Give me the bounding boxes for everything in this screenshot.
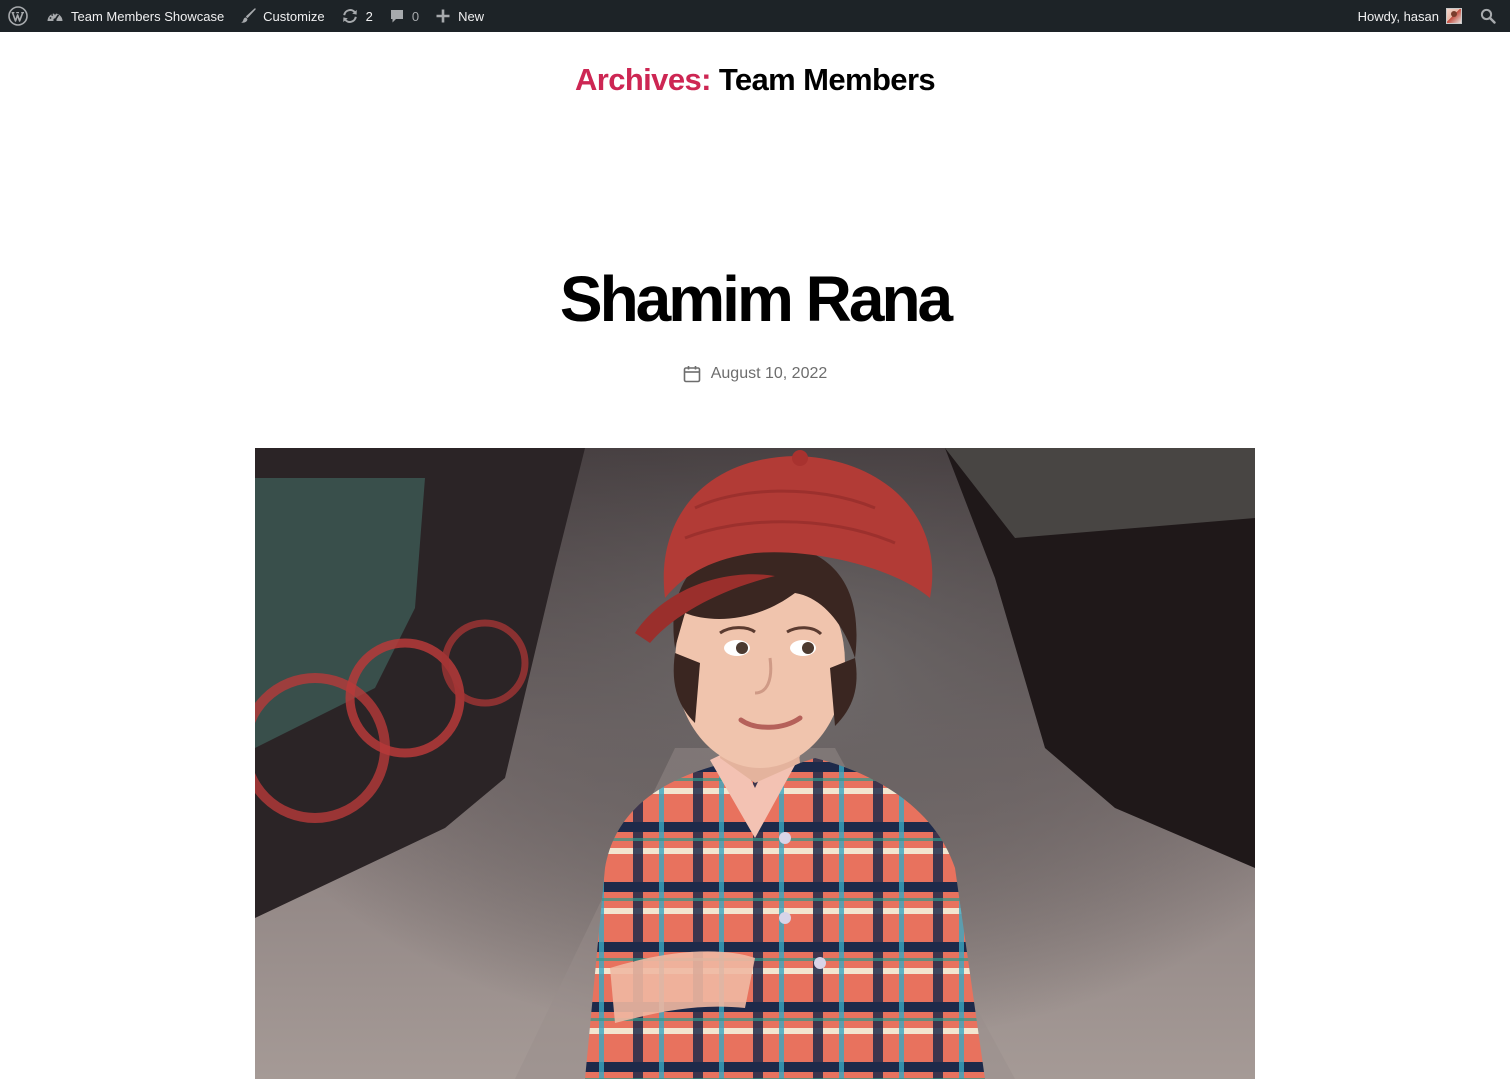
speech-bubble-icon: [389, 8, 405, 24]
new-label: New: [458, 8, 485, 24]
post-meta: August 10, 2022: [0, 365, 1510, 383]
post-title-link[interactable]: Shamim Rana: [0, 260, 1510, 338]
archive-title-text: Team Members: [718, 62, 936, 97]
plus-icon: [435, 8, 451, 24]
archive-title-prefix: Archives:: [574, 62, 711, 97]
site-name-label: Team Members Showcase: [71, 8, 225, 24]
calendar-icon: [683, 365, 701, 383]
admin-search-button[interactable]: [1470, 0, 1510, 32]
featured-image: [255, 448, 1255, 1079]
wordpress-logo-icon: [8, 6, 28, 26]
search-icon: [1480, 8, 1496, 24]
admin-bar-right: Howdy, hasan: [1350, 0, 1510, 32]
archive-title: Archives: Team Members: [0, 62, 1510, 98]
updates-count: 2: [365, 8, 373, 24]
updates-link[interactable]: 2: [333, 0, 381, 32]
my-account-menu[interactable]: Howdy, hasan: [1350, 0, 1470, 32]
site-name-link[interactable]: Team Members Showcase: [38, 0, 232, 32]
customize-link[interactable]: Customize: [232, 0, 332, 32]
paintbrush-icon: [240, 8, 256, 24]
refresh-icon: [341, 8, 359, 24]
comments-count: 0: [411, 8, 420, 24]
avatar: [1446, 8, 1462, 24]
dashboard-gauge-icon: [46, 8, 64, 24]
post-date-link[interactable]: August 10, 2022: [711, 365, 828, 383]
admin-bar: Team Members Showcase Customize 2 0 New …: [0, 0, 1510, 32]
new-content-link[interactable]: New: [427, 0, 492, 32]
wordpress-menu-button[interactable]: [0, 0, 38, 32]
customize-label: Customize: [263, 8, 325, 24]
comments-link[interactable]: 0: [381, 0, 427, 32]
admin-bar-left: Team Members Showcase Customize 2 0 New: [0, 0, 492, 32]
greeting-text: Howdy, hasan: [1357, 8, 1439, 24]
